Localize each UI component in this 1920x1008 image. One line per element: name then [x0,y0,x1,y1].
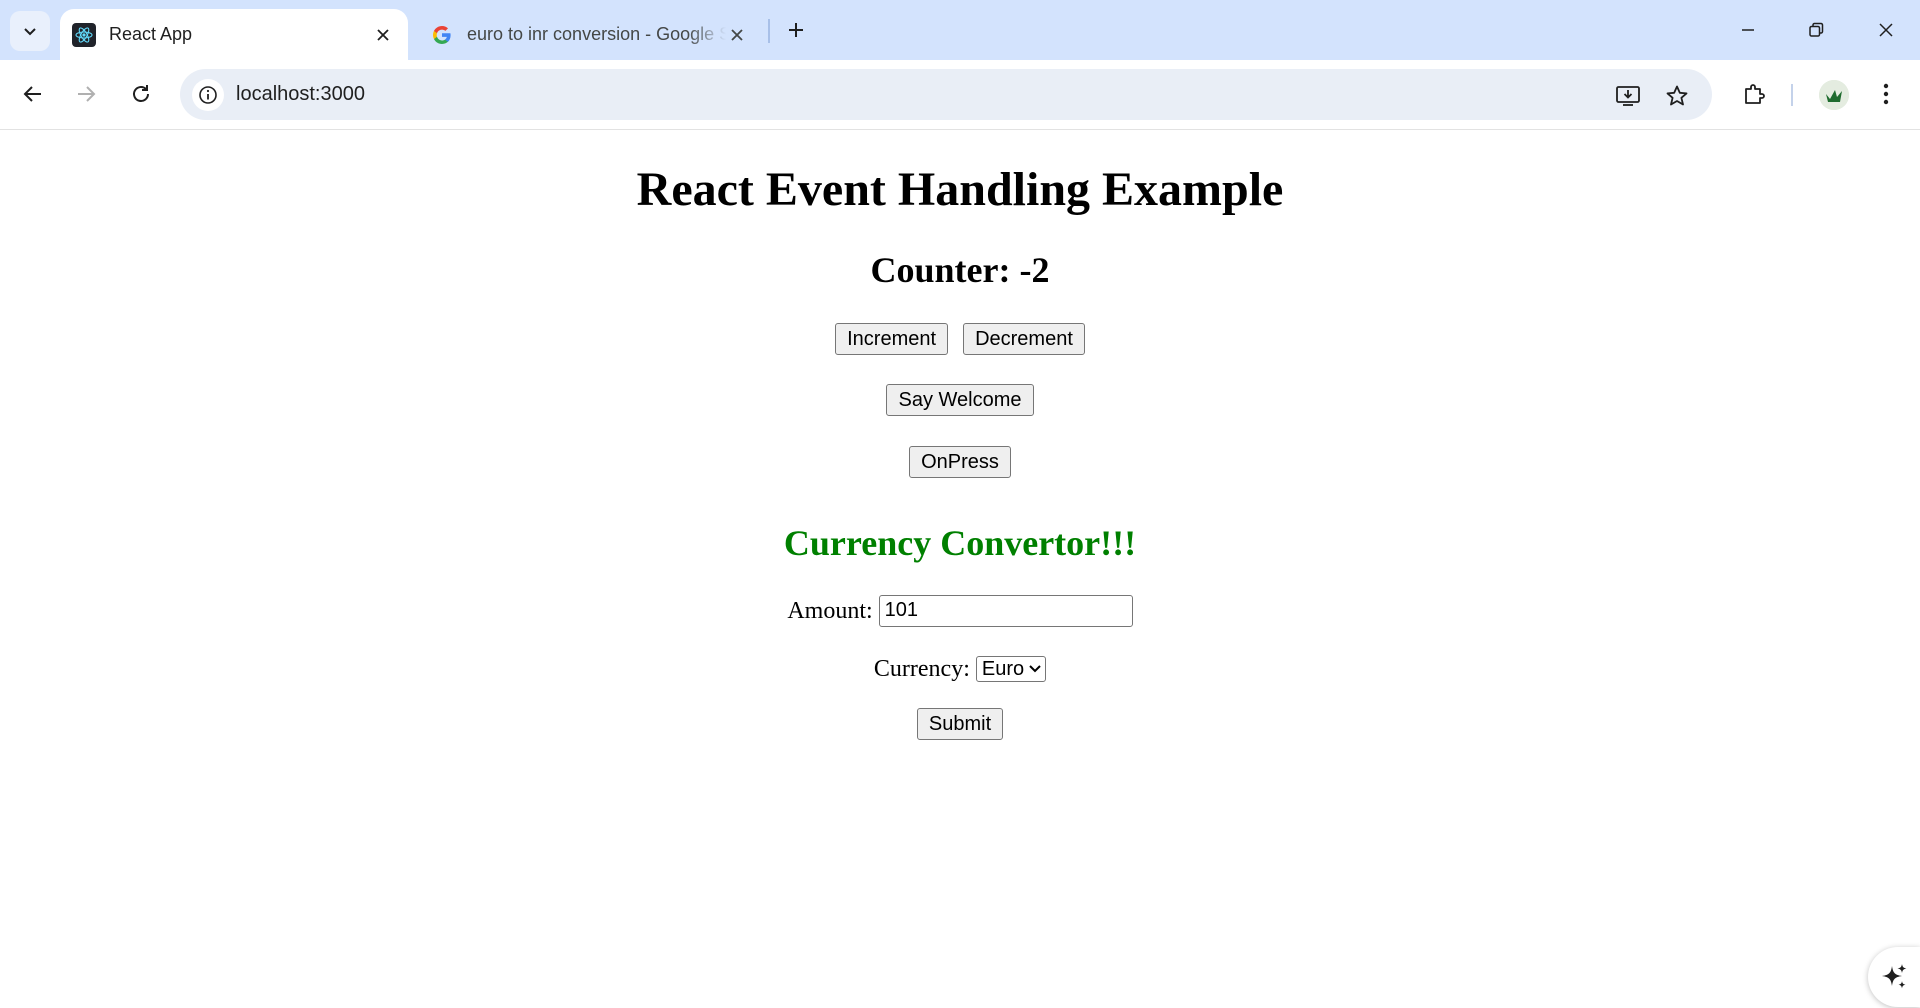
restore-button[interactable] [1782,0,1850,60]
chevron-down-icon [1029,665,1041,673]
chrome-menu-button[interactable] [1865,73,1907,115]
close-tab-icon[interactable] [372,24,394,46]
arrow-left-icon [23,86,41,102]
ai-assistant-button[interactable] [1868,947,1920,1007]
welcome-row: Say Welcome [0,384,1920,416]
extensions-button[interactable] [1733,73,1775,115]
address-bar[interactable]: localhost:3000 [180,69,1712,120]
close-window-button[interactable] [1852,0,1920,60]
decrement-button[interactable]: Decrement [963,323,1085,355]
amount-label: Amount: [787,597,873,624]
profile-avatar[interactable] [1819,80,1849,110]
tab-search-button[interactable] [10,11,50,51]
tab-separator [768,19,770,43]
currency-select[interactable]: Euro [975,656,1047,682]
puzzle-icon [1745,84,1765,104]
back-button[interactable] [12,73,54,115]
url-text: localhost:3000 [236,83,365,105]
tab-react-app[interactable]: React App [60,9,408,60]
currency-label: Currency: [873,655,970,682]
sparkle-icon [1882,964,1907,989]
page-content: React Event Handling Example Counter: -2… [0,130,1920,1008]
reload-icon [133,85,149,102]
onpress-button[interactable]: OnPress [909,446,1011,478]
restore-icon [1809,22,1824,37]
new-tab-button[interactable] [778,11,814,49]
more-vert-icon [1883,83,1889,105]
submit-button[interactable]: Submit [916,708,1004,740]
amount-input[interactable]: 101 [878,595,1133,627]
bookmark-star-icon[interactable] [1660,79,1694,113]
reload-button[interactable] [120,73,162,115]
say-welcome-button[interactable]: Say Welcome [886,384,1034,416]
amount-row: Amount: 101 [0,595,1920,627]
close-tab-icon[interactable] [726,24,748,46]
onpress-row: OnPress [0,446,1920,478]
submit-row: Submit [0,708,1920,740]
install-app-icon[interactable] [1611,79,1645,113]
increment-button[interactable]: Increment [835,323,949,355]
counter-buttons: Increment Decrement [0,323,1920,355]
converter-title: Currency Convertor!!! [783,523,1137,563]
plus-icon [789,23,803,37]
arrow-right-icon [78,86,96,102]
google-g-icon [430,23,454,47]
currency-selected-value: Euro [981,657,1025,680]
site-info-icon[interactable] [192,79,224,111]
close-icon [1879,23,1893,37]
counter-display: Counter: -2 [870,250,1050,290]
chevron-down-icon [24,28,36,36]
tab-google-search[interactable]: euro to inr conversion - Google Search [418,9,762,60]
tab-title: euro to inr conversion - Google Search [467,24,726,44]
forward-button[interactable] [65,73,107,115]
toolbar-separator [1791,84,1793,106]
browser-toolbar: localhost:3000 [0,60,1920,130]
tab-strip: React App euro to inr conversion - Googl… [0,0,1920,60]
minimize-icon [1742,29,1754,31]
page-title: React Event Handling Example [636,163,1284,216]
minimize-button[interactable] [1714,0,1782,60]
currency-row: Currency: Euro [0,654,1920,684]
react-logo-icon [72,22,96,47]
tab-title: React App [109,24,193,44]
